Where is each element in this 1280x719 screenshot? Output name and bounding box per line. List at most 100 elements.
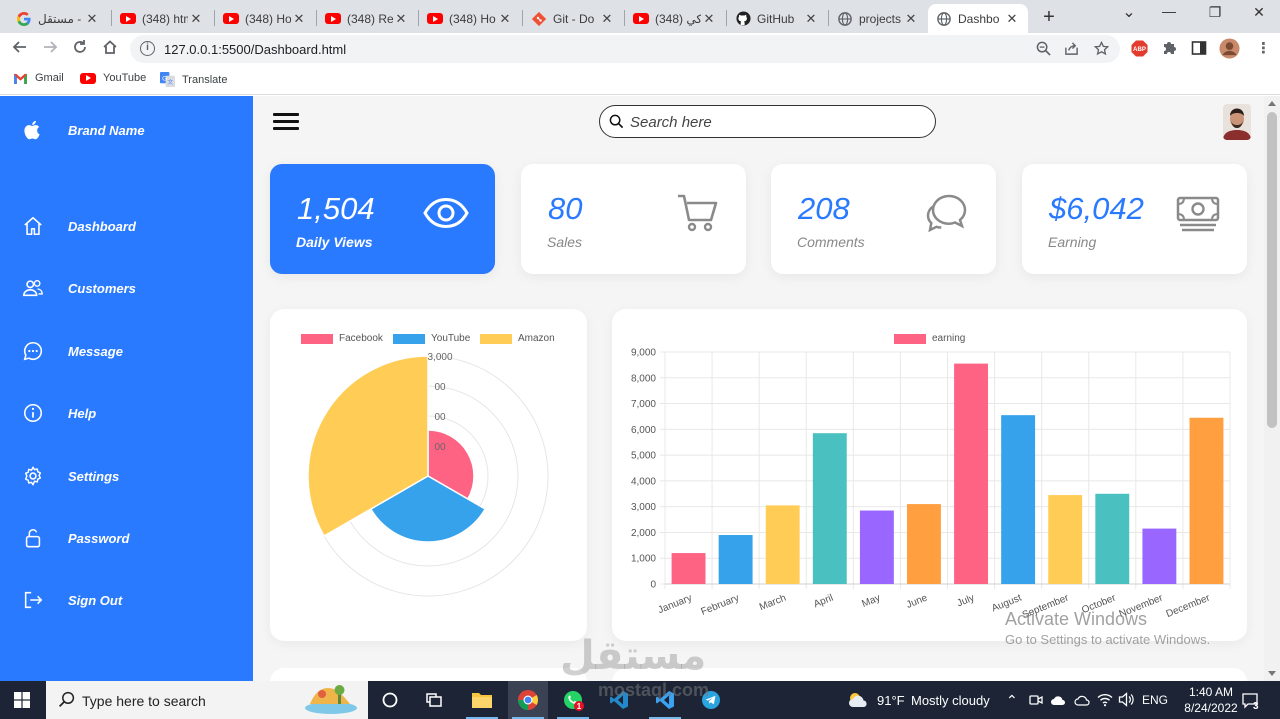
sidebar-brand[interactable]: Brand Name: [0, 108, 253, 152]
menu-toggle-button[interactable]: [273, 113, 299, 131]
tab-close-icon[interactable]: ✕: [803, 11, 819, 27]
wifi-icon[interactable]: [1097, 692, 1113, 707]
bookmark-gmail[interactable]: Gmail: [13, 72, 64, 84]
y-tick-label: 2,000: [631, 528, 656, 539]
sidebar-item-label: Settings: [68, 468, 120, 484]
url-text[interactable]: 127.0.0.1:5500/Dashboard.html: [164, 42, 346, 57]
browser-tab[interactable]: (348) Ho ✕: [419, 4, 521, 33]
clock-time[interactable]: 1:40 AM: [1181, 685, 1241, 699]
scroll-thumb[interactable]: [1267, 112, 1277, 428]
home-button[interactable]: [100, 39, 120, 59]
address-bar[interactable]: i 127.0.0.1:5500/Dashboard.html: [130, 35, 1120, 63]
search-input[interactable]: [630, 112, 920, 132]
extensions-button[interactable]: [1161, 40, 1177, 59]
browser-tab[interactable]: (348) Re ✕: [317, 4, 417, 33]
browser-tab[interactable]: GitHub ✕: [727, 4, 827, 33]
zoom-icon[interactable]: [1036, 41, 1051, 59]
user-avatar[interactable]: [1223, 104, 1251, 140]
task-view-cortana-button[interactable]: [370, 681, 410, 719]
browser-tab-active[interactable]: Dashbo ✕: [928, 4, 1028, 33]
tab-close-icon[interactable]: ✕: [497, 11, 513, 27]
bar: [1095, 493, 1130, 584]
sidebar-item-label: Help: [68, 405, 97, 421]
meet-icon[interactable]: [1029, 693, 1043, 707]
reload-button[interactable]: [70, 39, 90, 59]
sidebar-item-password[interactable]: Password: [0, 516, 253, 560]
onedrive-icon[interactable]: [1050, 693, 1066, 707]
restore-button[interactable]: ❐: [1192, 4, 1238, 21]
youtube-icon: [427, 11, 443, 27]
sidebar-item-customers[interactable]: Customers: [0, 266, 253, 310]
card-sales[interactable]: 80 Sales: [521, 164, 746, 274]
tab-close-icon[interactable]: ✕: [599, 11, 615, 27]
bookmarks-bar: Gmail YouTube G文 Translate: [0, 65, 1280, 95]
tab-close-icon[interactable]: ✕: [291, 11, 307, 27]
browser-tab[interactable]: مستقل - ✕: [8, 4, 108, 33]
adblock-extension[interactable]: ABP: [1131, 40, 1148, 60]
weather-cloud-icon[interactable]: [846, 690, 870, 710]
sidebar-item-sign-out[interactable]: Sign Out: [0, 578, 253, 622]
sidebar-item-label: Sign Out: [68, 592, 123, 608]
scroll-down-arrow[interactable]: [1268, 671, 1276, 676]
tab-close-icon[interactable]: ✕: [393, 11, 409, 27]
tab-close-icon[interactable]: ✕: [84, 11, 100, 27]
bar-chart: 0 1,000 2,000 3,000 4,000 5,000 6,000 7,000 8,00…: [631, 348, 1231, 621]
bar: [1048, 495, 1083, 584]
browser-tab[interactable]: projects ✕: [829, 4, 927, 33]
tray-chevron-up-icon[interactable]: ⌃: [1006, 692, 1018, 709]
tab-title: GitHub: [757, 11, 795, 26]
tab-close-icon[interactable]: ✕: [903, 11, 919, 27]
menu-kebab-icon[interactable]: ⋮: [1256, 39, 1271, 57]
browser-tab[interactable]: Git - Do ✕: [523, 4, 623, 33]
language-indicator[interactable]: ENG: [1142, 693, 1168, 707]
task-view-button[interactable]: [414, 681, 454, 719]
scroll-up-arrow[interactable]: [1268, 101, 1276, 106]
site-info-icon[interactable]: i: [140, 41, 155, 56]
windows-start-icon[interactable]: [14, 692, 30, 708]
browser-tab[interactable]: (348) Ho ✕: [215, 4, 315, 33]
share-icon[interactable]: [1064, 41, 1079, 59]
volume-icon[interactable]: [1118, 692, 1134, 707]
browser-tab[interactable]: (348) كي ✕: [625, 4, 725, 33]
weather-description[interactable]: Mostly cloudy: [911, 693, 990, 708]
x-tick-label: February: [700, 593, 741, 618]
clock-date[interactable]: 8/24/2022: [1175, 701, 1247, 715]
file-explorer-app[interactable]: [462, 681, 502, 719]
bar: [718, 535, 753, 584]
sidebar-item-help[interactable]: Help: [0, 391, 253, 435]
bookmark-translate[interactable]: G文 Translate: [160, 72, 227, 87]
tab-close-icon[interactable]: ✕: [188, 11, 204, 27]
card-earning[interactable]: $6,042 Earning: [1022, 164, 1247, 274]
abp-badge-text: ABP: [1133, 46, 1146, 53]
side-panel-button[interactable]: [1191, 40, 1207, 59]
bookmark-star-icon[interactable]: [1093, 40, 1110, 59]
bookmark-youtube[interactable]: YouTube: [80, 72, 146, 84]
minimize-button[interactable]: —: [1146, 3, 1192, 19]
sidebar-item-settings[interactable]: Settings: [0, 454, 253, 498]
polar-tick-label: 00: [434, 412, 446, 423]
sidebar-item-dashboard[interactable]: Dashboard: [0, 204, 253, 248]
card-comments[interactable]: 208 Comments: [771, 164, 996, 274]
cloud-icon[interactable]: [1074, 693, 1090, 707]
close-window-button[interactable]: ✕: [1236, 4, 1280, 21]
x-tick-label: May: [860, 593, 882, 610]
profile-avatar[interactable]: [1219, 38, 1240, 62]
arrow-right-icon: [44, 41, 58, 53]
page-scrollbar[interactable]: [1264, 96, 1280, 681]
new-tab-button[interactable]: +: [1040, 6, 1058, 29]
cortana-icon: [382, 692, 398, 708]
gear-icon: [24, 466, 42, 486]
whatsapp-app[interactable]: 1: [553, 681, 593, 719]
card-label: Comments: [797, 234, 865, 250]
weather-temperature[interactable]: 91°F: [877, 693, 905, 708]
sidebar-item-message[interactable]: Message: [0, 329, 253, 373]
card-daily-views[interactable]: 1,504 Daily Views: [270, 164, 495, 274]
browser-tab[interactable]: (348) htm ✕: [112, 4, 212, 33]
back-button[interactable]: [10, 39, 30, 59]
forward-button[interactable]: [40, 39, 60, 59]
tab-close-icon[interactable]: ✕: [1004, 11, 1020, 27]
tab-close-icon[interactable]: ✕: [701, 11, 717, 27]
bar: [765, 505, 800, 584]
chrome-app[interactable]: [508, 681, 548, 719]
taskbar-search[interactable]: Type here to search: [46, 681, 368, 719]
